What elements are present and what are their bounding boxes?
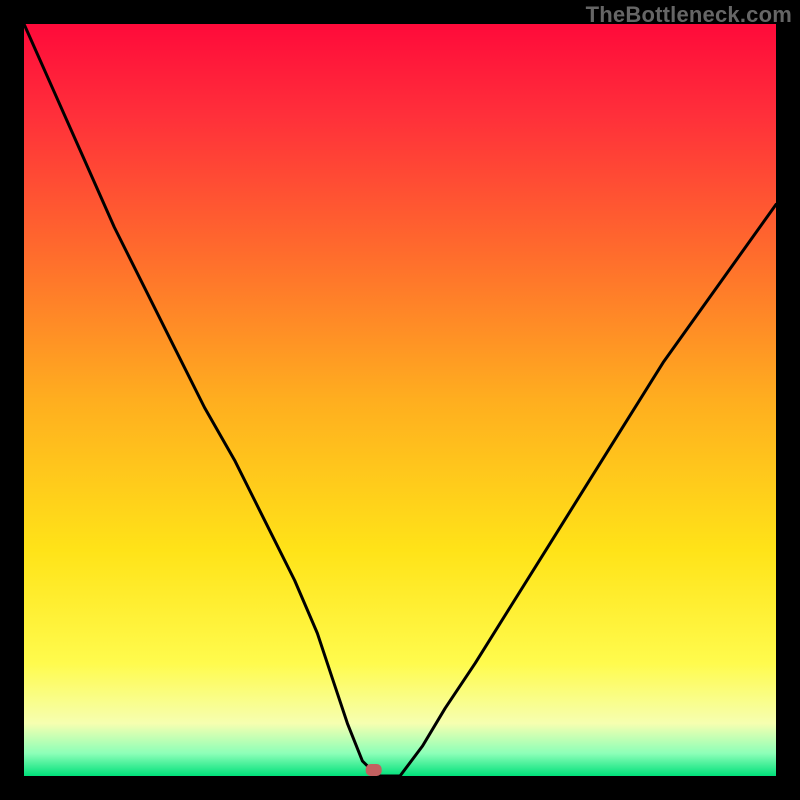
watermark-text: TheBottleneck.com bbox=[586, 2, 792, 28]
chart-container: TheBottleneck.com bbox=[0, 0, 800, 800]
plot-background bbox=[24, 24, 776, 776]
chart-svg bbox=[0, 0, 800, 800]
valley-marker bbox=[366, 764, 382, 776]
